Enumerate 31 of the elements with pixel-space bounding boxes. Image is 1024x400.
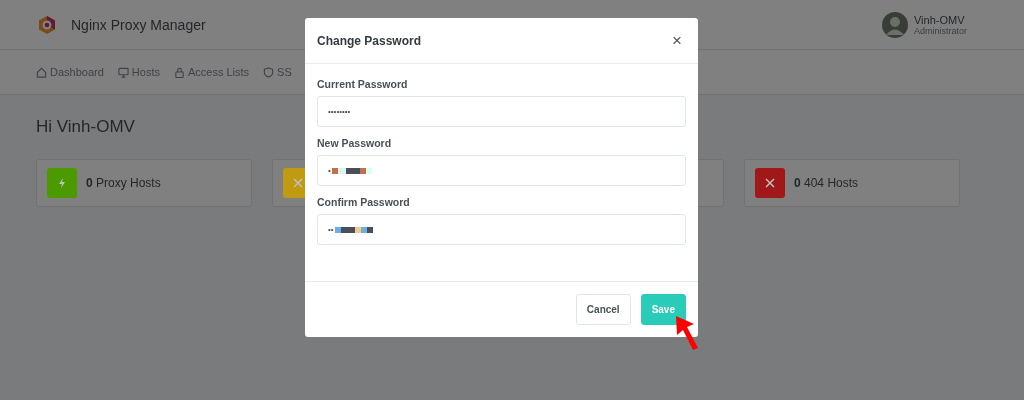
avatar[interactable] [882,11,908,38]
user-name: Vinh-OMV [914,13,966,26]
cancel-button[interactable]: Cancel [575,294,631,325]
nav-link[interactable]: SS [263,66,292,78]
field-label: Confirm Password [317,196,411,208]
field-label: Current Password [317,78,409,90]
stat-label: 0 Proxy Hosts [86,176,161,190]
stat-label: 0 404 Hosts [794,176,859,190]
user-role: Administrator [914,25,967,36]
home-icon [36,66,47,78]
field-label: New Password [317,137,393,149]
close-button[interactable]: × [668,30,686,51]
redacted-drawing [331,167,372,174]
nav-link[interactable]: Hosts [117,66,160,78]
nav-link[interactable]: Dashboard [36,66,104,78]
password-field[interactable]: •• [317,214,686,245]
logo-icon [37,14,57,35]
redacted-drawing [334,226,375,233]
shield-icon [263,66,275,78]
lock-icon [173,66,185,78]
stat-card[interactable]: 0 Proxy Hosts [36,159,252,207]
pointer-arrow-icon [674,314,700,352]
dialog-title: Change Password [317,33,422,48]
password-field[interactable]: • [317,155,686,186]
password-field[interactable]: •••••••• [317,96,686,127]
stat-card[interactable]: 0 404 Hosts [744,159,960,207]
greeting-heading: Hi Vinh-OMV [36,117,136,137]
monitor-icon [117,66,129,78]
save-button[interactable]: Save [640,294,686,325]
app-title: Nginx Proxy Manager [71,16,206,33]
nav-link[interactable]: Access Lists [173,66,250,78]
